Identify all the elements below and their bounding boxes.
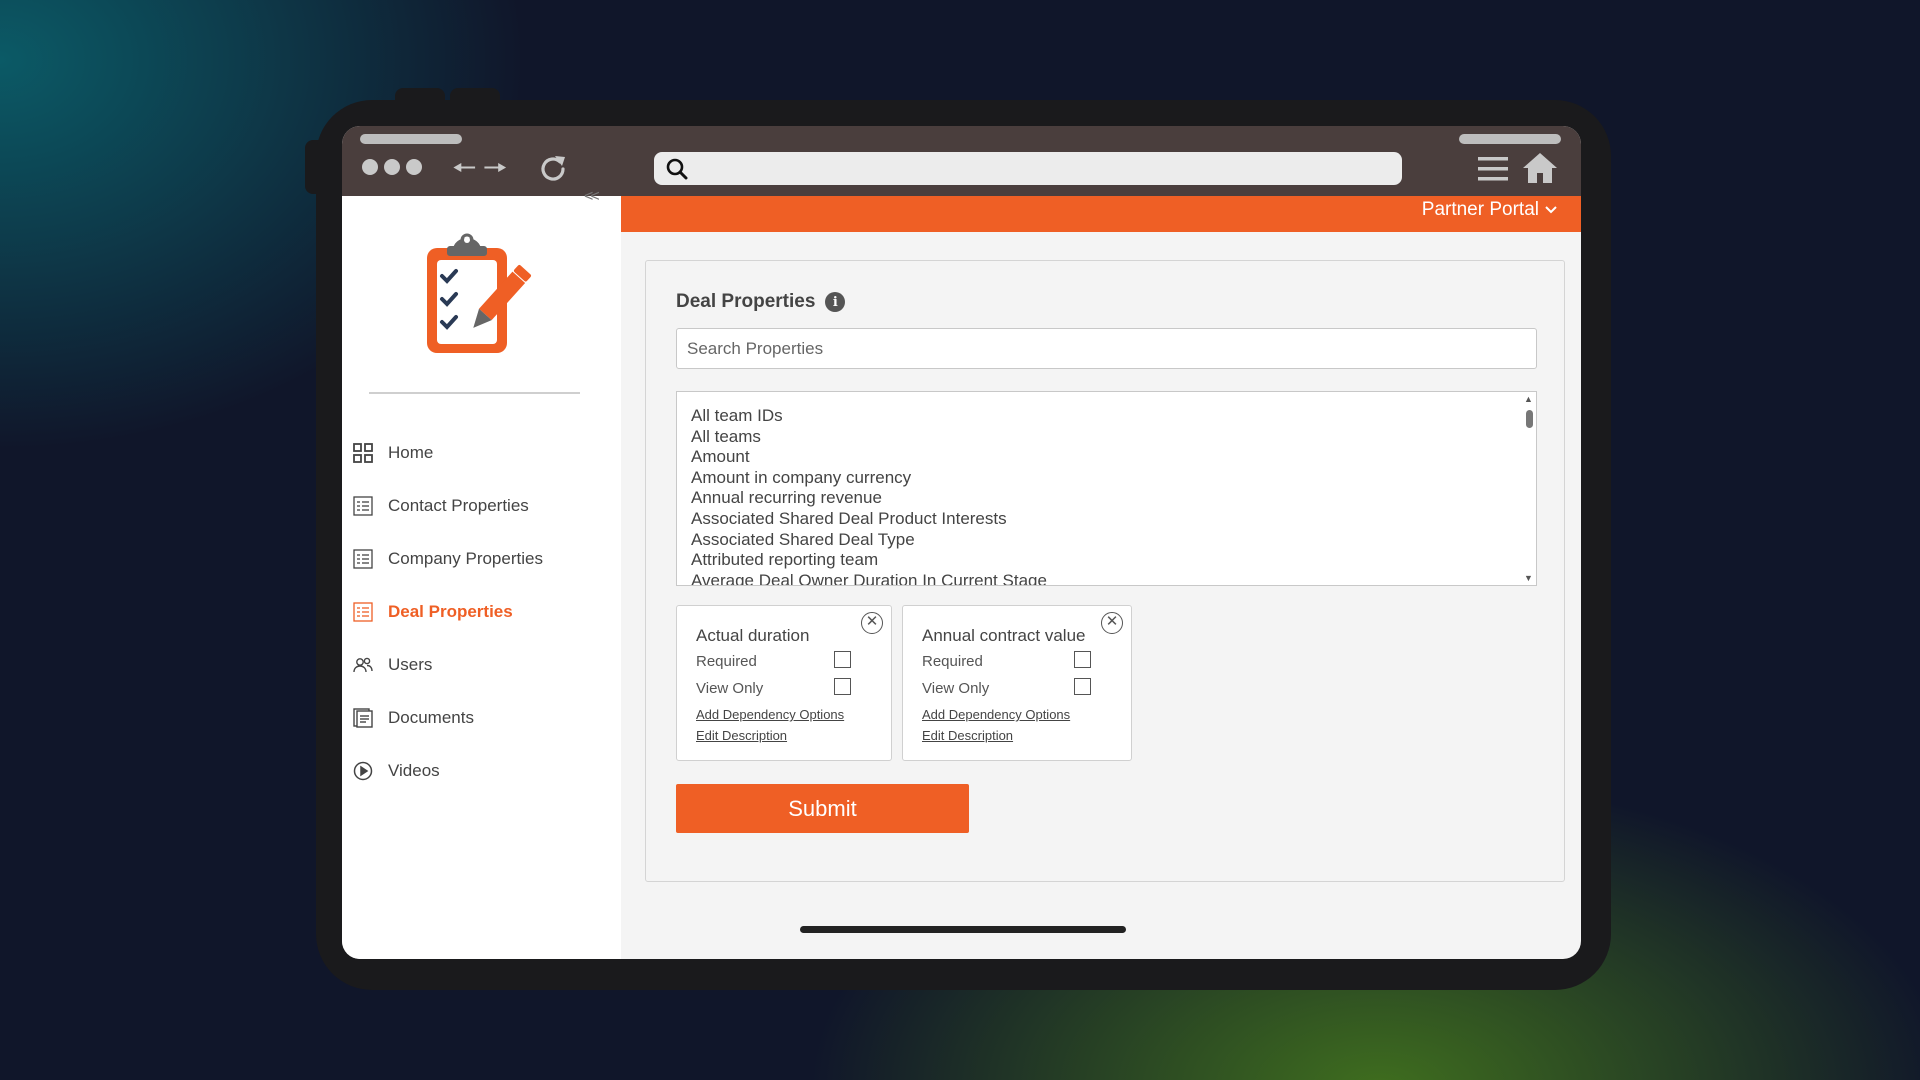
- required-checkbox[interactable]: [834, 651, 851, 668]
- edit-description-link[interactable]: Edit Description: [922, 728, 1013, 743]
- required-checkbox[interactable]: [1074, 651, 1091, 668]
- top-bar: Partner Portal: [621, 196, 1581, 232]
- search-icon: [666, 158, 688, 180]
- property-name: Actual duration: [696, 626, 810, 645]
- list-item[interactable]: All teams: [691, 427, 1522, 448]
- list-item[interactable]: Associated Shared Deal Type: [691, 530, 1522, 551]
- forward-arrow-icon[interactable]: 🠖: [483, 154, 508, 182]
- home-indicator-bar: [800, 926, 1126, 933]
- list-icon: [352, 495, 374, 517]
- add-dependency-link[interactable]: Add Dependency Options: [922, 707, 1070, 722]
- deal-properties-card: Deal Properties i All team IDs All teams…: [645, 260, 1565, 882]
- list-icon: [352, 601, 374, 623]
- document-icon: [352, 707, 374, 729]
- list-item[interactable]: Average Deal Owner Duration In Current S…: [691, 571, 1522, 585]
- sidebar-item-label: Documents: [388, 707, 474, 727]
- page-title-text: Deal Properties: [676, 291, 816, 312]
- tablet-screen: 🠔 🠖 << Home Contact Properties Company P…: [342, 126, 1581, 959]
- info-icon[interactable]: i: [825, 292, 846, 312]
- clipboard-logo-icon: [427, 233, 531, 353]
- sidebar-item-label: Videos: [388, 760, 440, 780]
- chevron-down-icon: [1545, 206, 1557, 214]
- sidebar-item-label: Deal Properties: [388, 601, 513, 621]
- list-item[interactable]: Annual recurring revenue: [691, 488, 1522, 509]
- back-arrow-icon[interactable]: 🠔: [452, 154, 477, 182]
- list-item[interactable]: Amount: [691, 447, 1522, 468]
- list-icon: [352, 548, 374, 570]
- view-only-checkbox[interactable]: [1074, 678, 1091, 695]
- tab-pill-right: [1459, 134, 1561, 144]
- list-item[interactable]: Amount in company currency: [691, 468, 1522, 489]
- sidebar-item-contact-properties[interactable]: Contact Properties: [352, 479, 612, 532]
- grid-icon: [352, 442, 374, 464]
- partner-portal-dropdown[interactable]: Partner Portal: [1422, 199, 1557, 221]
- sidebar-item-label: Users: [388, 654, 433, 674]
- hamburger-menu-icon[interactable]: [1478, 156, 1508, 182]
- view-only-checkbox[interactable]: [834, 678, 851, 695]
- tab-pill-left: [360, 134, 462, 144]
- sidebar-item-label: Contact Properties: [388, 495, 529, 515]
- window-dots-icon: [362, 159, 422, 175]
- sidebar-item-label: Company Properties: [388, 548, 543, 568]
- reload-icon[interactable]: [536, 152, 570, 186]
- required-label: Required: [922, 653, 983, 670]
- list-item[interactable]: Associated Shared Deal Product Interests: [691, 509, 1522, 530]
- sidebar-nav: Home Contact Properties Company Properti…: [352, 426, 612, 797]
- listbox-scrollbar[interactable]: ▲ ▼: [1522, 392, 1536, 585]
- selected-property-card: ✕ Annual contract value Required View On…: [902, 605, 1132, 761]
- scroll-down-icon[interactable]: ▼: [1524, 573, 1533, 583]
- sidebar-item-company-properties[interactable]: Company Properties: [352, 532, 612, 585]
- view-only-label: View Only: [922, 680, 990, 697]
- view-only-label: View Only: [696, 680, 764, 697]
- property-name: Annual contract value: [922, 626, 1086, 645]
- edit-description-link[interactable]: Edit Description: [696, 728, 787, 743]
- sidebar-item-users[interactable]: Users: [352, 638, 612, 691]
- sidebar-item-videos[interactable]: Videos: [352, 744, 612, 797]
- scroll-up-icon[interactable]: ▲: [1524, 394, 1533, 404]
- sidebar-divider: [369, 392, 580, 394]
- add-dependency-link[interactable]: Add Dependency Options: [696, 707, 844, 722]
- browser-chrome: 🠔 🠖: [342, 126, 1581, 196]
- search-properties-input[interactable]: [676, 328, 1537, 369]
- collapse-sidebar-button[interactable]: <<: [584, 188, 600, 206]
- sidebar: << Home Contact Properties Company Prope…: [342, 188, 621, 959]
- properties-listbox[interactable]: All team IDs All teams Amount Amount in …: [676, 391, 1537, 586]
- list-item[interactable]: Attributed reporting team: [691, 550, 1522, 571]
- scroll-thumb[interactable]: [1526, 410, 1533, 428]
- remove-property-close-icon[interactable]: ✕: [861, 612, 883, 634]
- required-label: Required: [696, 653, 757, 670]
- remove-property-close-icon[interactable]: ✕: [1101, 612, 1123, 634]
- submit-button[interactable]: Submit: [676, 784, 969, 833]
- play-icon: [352, 760, 374, 782]
- partner-portal-label: Partner Portal: [1421, 199, 1539, 220]
- home-icon[interactable]: [1522, 152, 1558, 184]
- list-item[interactable]: All team IDs: [691, 406, 1522, 427]
- sidebar-item-documents[interactable]: Documents: [352, 691, 612, 744]
- address-bar[interactable]: [654, 152, 1402, 185]
- sidebar-item-deal-properties[interactable]: Deal Properties: [352, 585, 612, 638]
- sidebar-item-label: Home: [388, 442, 434, 462]
- page-title: Deal Properties i: [676, 291, 846, 313]
- users-icon: [352, 654, 374, 676]
- sidebar-item-home[interactable]: Home: [352, 426, 612, 479]
- selected-property-card: ✕ Actual duration Required View Only Add…: [676, 605, 892, 761]
